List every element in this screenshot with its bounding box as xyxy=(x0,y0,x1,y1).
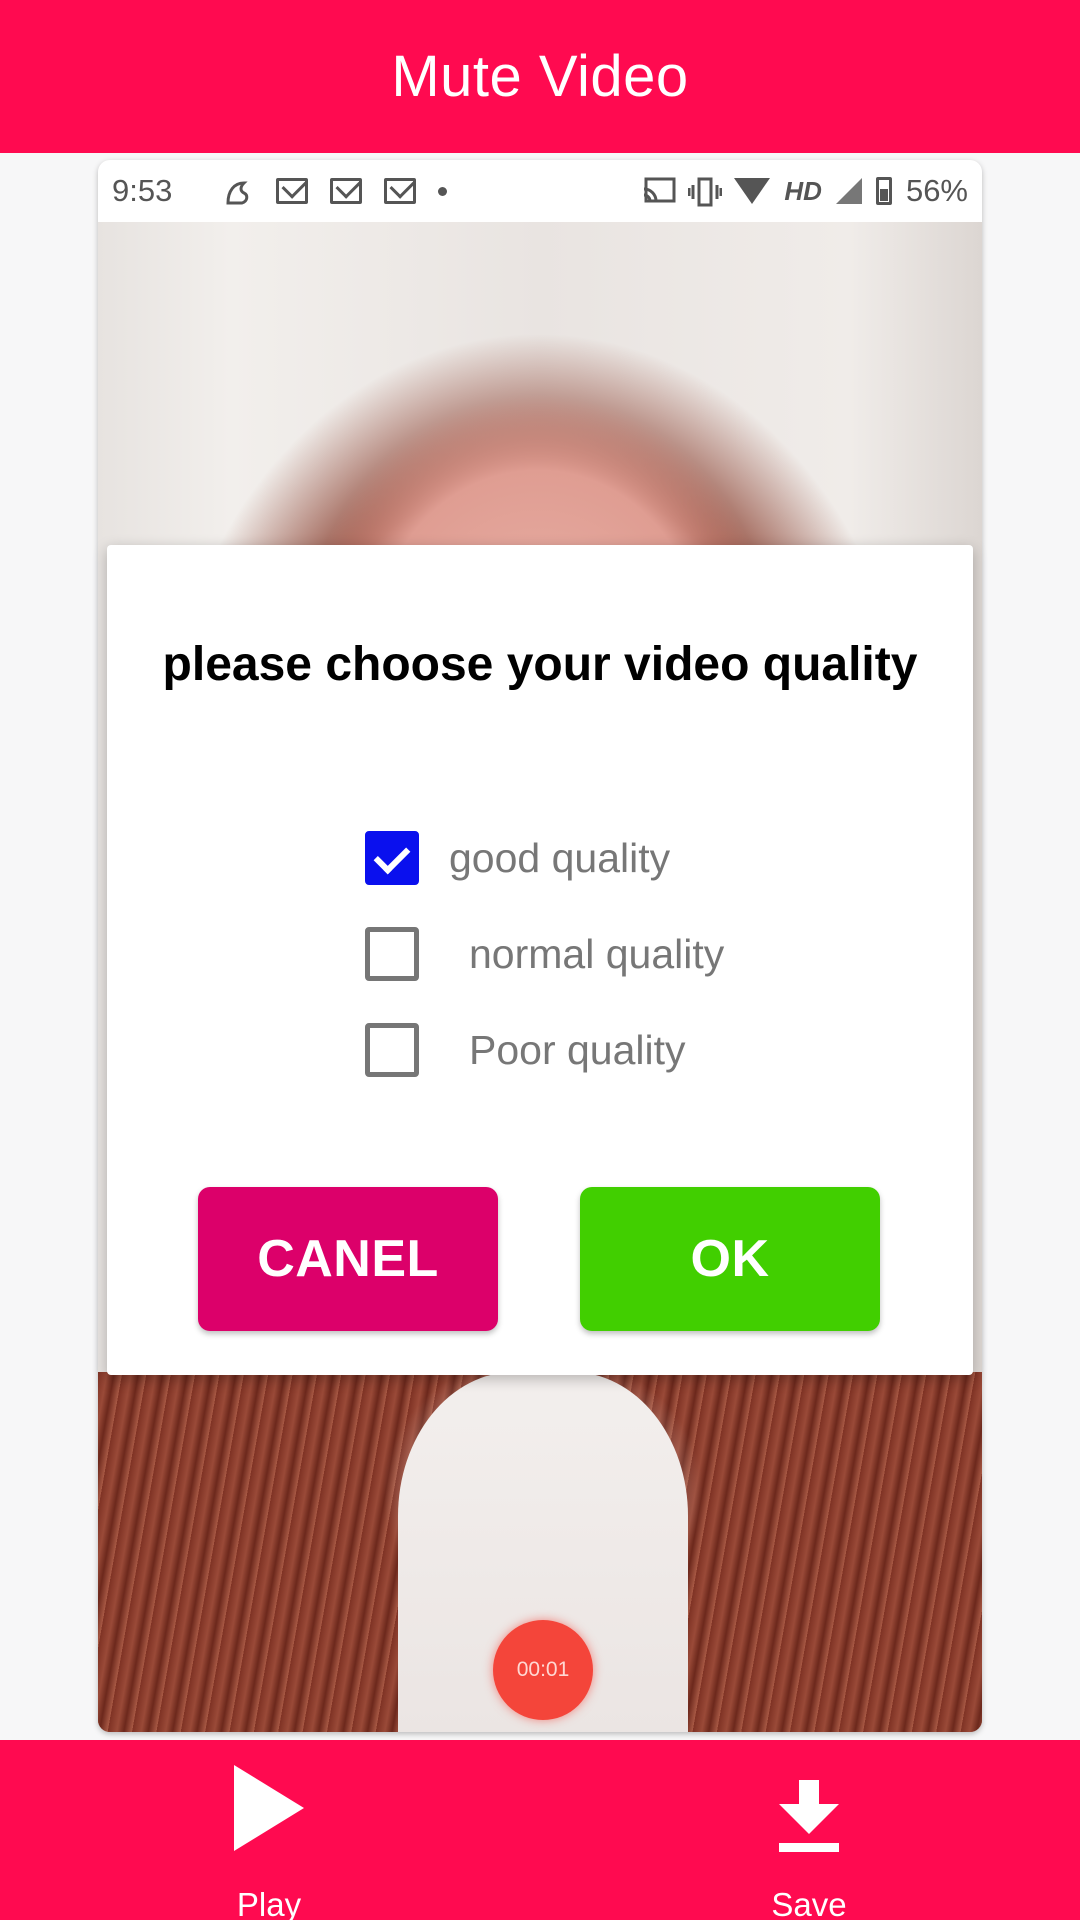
browser-icon xyxy=(222,177,254,205)
save-label: Save xyxy=(771,1886,847,1920)
battery-percent: 56% xyxy=(905,173,968,208)
screenshot-status-bar: 9:53 HD 56% xyxy=(98,160,982,222)
mail-icon xyxy=(276,178,309,204)
play-icon xyxy=(234,1765,304,1851)
option-label: good quality xyxy=(449,834,671,881)
option-label: normal quality xyxy=(469,930,725,977)
quality-dialog: please choose your video quality good qu… xyxy=(107,545,973,1375)
option-poor-quality[interactable]: Poor quality xyxy=(365,1020,686,1080)
network-type-label: HD xyxy=(784,175,822,206)
more-notifications-icon xyxy=(438,186,448,196)
app-title: Mute Video xyxy=(391,44,689,109)
mail-stack-icon xyxy=(384,178,417,204)
signal-icon xyxy=(835,178,862,204)
option-good-quality[interactable]: good quality xyxy=(365,828,670,888)
checkbox-empty-icon[interactable] xyxy=(365,1023,419,1077)
recording-timer: 00:01 xyxy=(493,1620,593,1720)
cast-icon xyxy=(642,177,676,205)
dialog-title: please choose your video quality xyxy=(162,638,918,691)
mail-icon xyxy=(330,178,363,204)
vibrate-icon xyxy=(687,177,723,207)
download-icon xyxy=(779,1780,839,1852)
status-time: 9:53 xyxy=(112,173,173,208)
save-button[interactable]: Save xyxy=(709,1740,909,1920)
app-bar: Mute Video xyxy=(0,0,1080,153)
play-label: Play xyxy=(236,1886,302,1920)
checkbox-empty-icon[interactable] xyxy=(365,927,419,981)
battery-icon xyxy=(875,177,892,205)
checkbox-checked-icon[interactable] xyxy=(365,831,419,885)
option-label: Poor quality xyxy=(469,1026,686,1073)
play-button[interactable]: Play xyxy=(169,1740,369,1920)
wifi-icon xyxy=(734,178,771,204)
option-normal-quality[interactable]: normal quality xyxy=(365,924,724,984)
bottom-bar: Play Save xyxy=(0,1740,1080,1920)
cancel-button[interactable]: CANEL xyxy=(198,1187,498,1331)
ok-button[interactable]: OK xyxy=(580,1187,880,1331)
